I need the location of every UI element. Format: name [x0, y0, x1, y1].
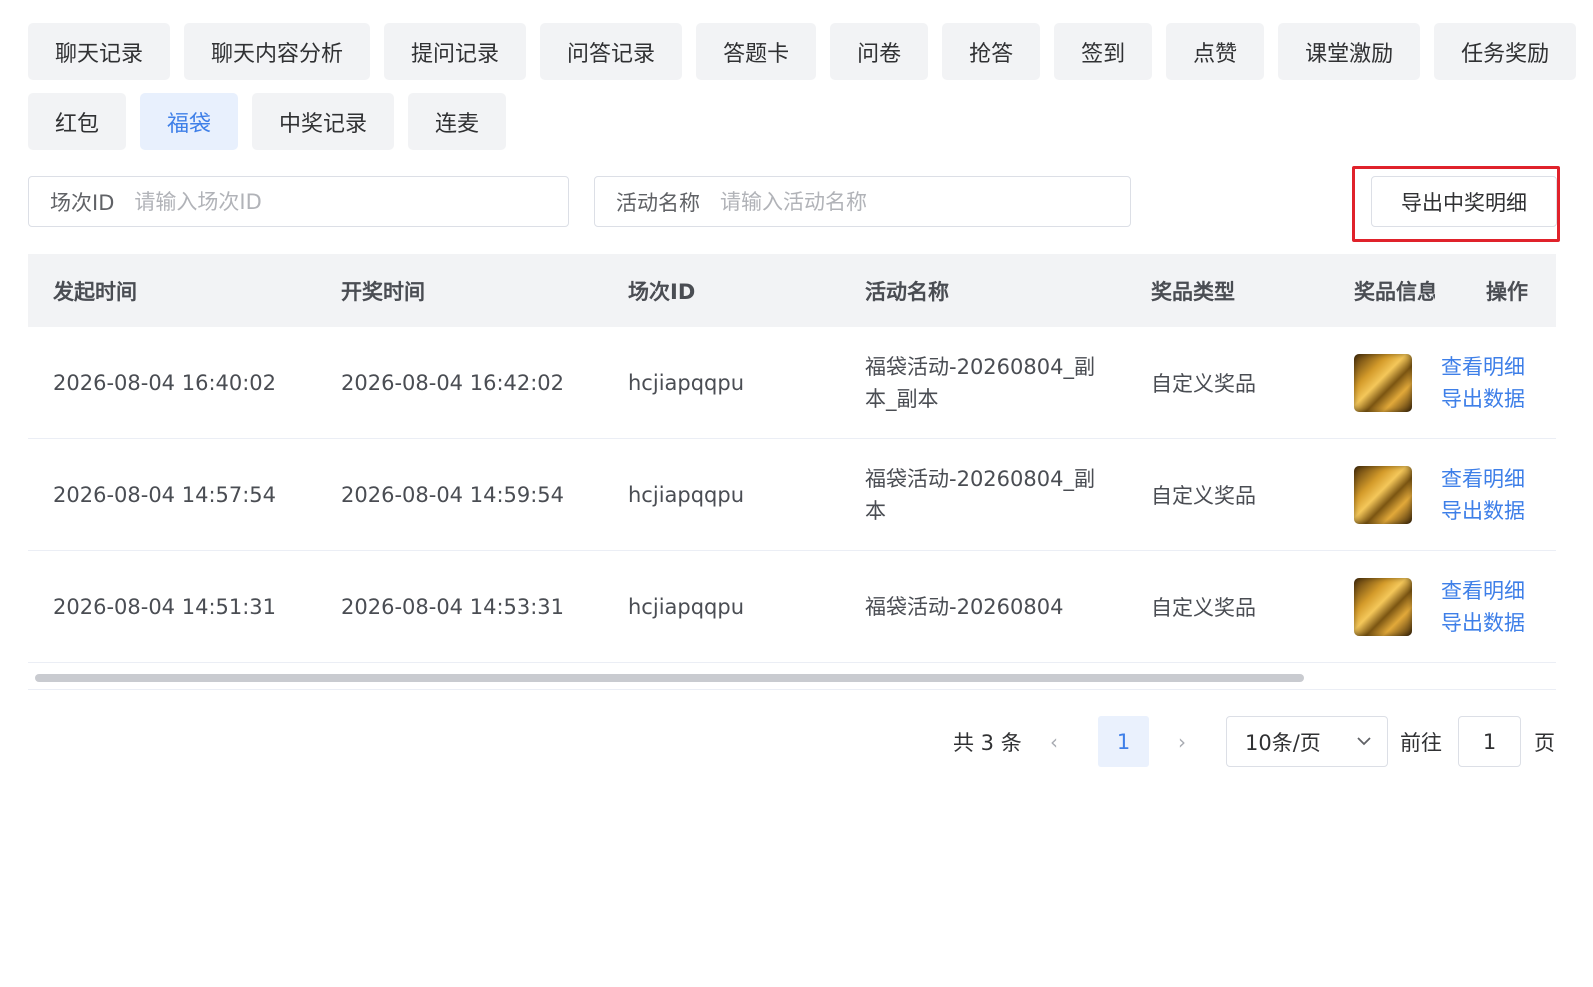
cell-actions: 查看明细 导出数据 [1441, 327, 1525, 438]
cell-actions: 查看明细 导出数据 [1441, 551, 1525, 662]
table-row: 2026-08-04 14:51:31 2026-08-04 14:53:31 … [28, 551, 1556, 663]
tab-winning-records[interactable]: 中奖记录 [252, 93, 395, 150]
cell-prize-type: 自定义奖品 [1151, 371, 1256, 396]
scrollbar-thumb[interactable] [35, 674, 1304, 682]
header-actions: 操作 [1486, 279, 1528, 304]
tab-quick-answer[interactable]: 抢答 [942, 23, 1041, 80]
header-prize-info: 奖品信息 [1354, 279, 1435, 304]
activity-name-filter: 活动名称 [594, 176, 1131, 227]
cell-draw-time: 2026-08-04 16:42:02 [341, 370, 565, 395]
goto-label: 前往 [1400, 730, 1442, 755]
tab-likes[interactable]: 点赞 [1166, 23, 1265, 80]
view-details-link[interactable]: 查看明细 [1441, 575, 1525, 607]
header-prize-type: 奖品类型 [1151, 279, 1235, 304]
page-suffix-label: 页 [1534, 730, 1555, 755]
cell-activity-name: 福袋活动-20260804 [865, 594, 1064, 619]
cell-activity-name: 福袋活动-20260804_副本_副本 [865, 354, 1095, 411]
export-data-link[interactable]: 导出数据 [1441, 607, 1525, 639]
lucky-bag-table: 发起时间 开奖时间 场次ID 活动名称 奖品类型 奖品信息 操作 2026-08… [28, 254, 1556, 663]
tab-lucky-bag[interactable]: 福袋 [140, 93, 239, 150]
export-data-link[interactable]: 导出数据 [1441, 495, 1525, 527]
cell-start-time: 2026-08-04 14:51:31 [53, 594, 277, 619]
tab-bar-row-2: 红包 福袋 中奖记录 连麦 [28, 93, 507, 150]
header-draw-time: 开奖时间 [341, 279, 425, 304]
header-activity-name: 活动名称 [865, 279, 949, 304]
chevron-left-icon[interactable]: ‹ [1050, 716, 1058, 767]
cell-draw-time: 2026-08-04 14:53:31 [341, 594, 565, 619]
page-size-value: 10条/页 [1245, 730, 1321, 755]
chevron-down-icon [1357, 737, 1371, 746]
cell-prize-type: 自定义奖品 [1151, 595, 1256, 620]
table-row: 2026-08-04 16:40:02 2026-08-04 16:42:02 … [28, 327, 1556, 439]
cell-activity-name: 福袋活动-20260804_副本 [865, 466, 1095, 523]
cell-prize-info [1354, 327, 1412, 438]
cell-prize-info [1354, 551, 1412, 662]
header-session-id: 场次ID [628, 279, 696, 304]
tab-answer-card[interactable]: 答题卡 [696, 23, 817, 80]
tab-bar-row-1: 聊天记录 聊天内容分析 提问记录 问答记录 答题卡 问卷 抢答 签到 点赞 课堂… [28, 23, 1577, 80]
tab-check-in[interactable]: 签到 [1054, 23, 1153, 80]
cell-prize-type: 自定义奖品 [1151, 483, 1256, 508]
goto-page-input[interactable]: 1 [1458, 716, 1521, 767]
cell-actions: 查看明细 导出数据 [1441, 439, 1525, 550]
session-id-filter: 场次ID [28, 176, 569, 227]
session-id-label: 场次ID [50, 190, 115, 215]
prize-thumbnail[interactable] [1354, 577, 1412, 636]
header-start-time: 发起时间 [53, 279, 137, 304]
cell-start-time: 2026-08-04 14:57:54 [53, 482, 277, 507]
cell-session-id: hcjiapqqpu [628, 482, 745, 507]
tab-chat-analysis[interactable]: 聊天内容分析 [184, 23, 371, 80]
table-row: 2026-08-04 14:57:54 2026-08-04 14:59:54 … [28, 439, 1556, 551]
tab-task-reward[interactable]: 任务奖励 [1434, 23, 1577, 80]
session-id-input[interactable] [114, 188, 568, 215]
tab-mic-link[interactable]: 连麦 [408, 93, 507, 150]
activity-name-label: 活动名称 [616, 190, 700, 215]
pagination-total: 共 3 条 [953, 730, 1022, 755]
highlight-annotation-box [1352, 166, 1560, 242]
cell-start-time: 2026-08-04 16:40:02 [53, 370, 277, 395]
cell-session-id: hcjiapqqpu [628, 370, 745, 395]
tab-red-packet[interactable]: 红包 [28, 93, 127, 150]
tab-survey[interactable]: 问卷 [830, 23, 929, 80]
view-details-link[interactable]: 查看明细 [1441, 351, 1525, 383]
cell-draw-time: 2026-08-04 14:59:54 [341, 482, 565, 507]
tab-class-incentive[interactable]: 课堂激励 [1278, 23, 1421, 80]
horizontal-scrollbar[interactable] [28, 664, 1556, 690]
cell-session-id: hcjiapqqpu [628, 594, 745, 619]
activity-name-input[interactable] [700, 188, 1130, 215]
tab-chat-records[interactable]: 聊天记录 [28, 23, 171, 80]
view-details-link[interactable]: 查看明细 [1441, 463, 1525, 495]
page-size-select[interactable]: 10条/页 [1226, 716, 1388, 767]
pagination-current-page[interactable]: 1 [1098, 716, 1149, 767]
tab-question-records[interactable]: 提问记录 [384, 23, 527, 80]
tab-qa-records[interactable]: 问答记录 [540, 23, 683, 80]
export-data-link[interactable]: 导出数据 [1441, 383, 1525, 415]
prize-thumbnail[interactable] [1354, 465, 1412, 524]
cell-prize-info [1354, 439, 1412, 550]
chevron-right-icon[interactable]: › [1178, 716, 1186, 767]
table-header: 发起时间 开奖时间 场次ID 活动名称 奖品类型 奖品信息 操作 [28, 254, 1556, 327]
prize-thumbnail[interactable] [1354, 353, 1412, 412]
